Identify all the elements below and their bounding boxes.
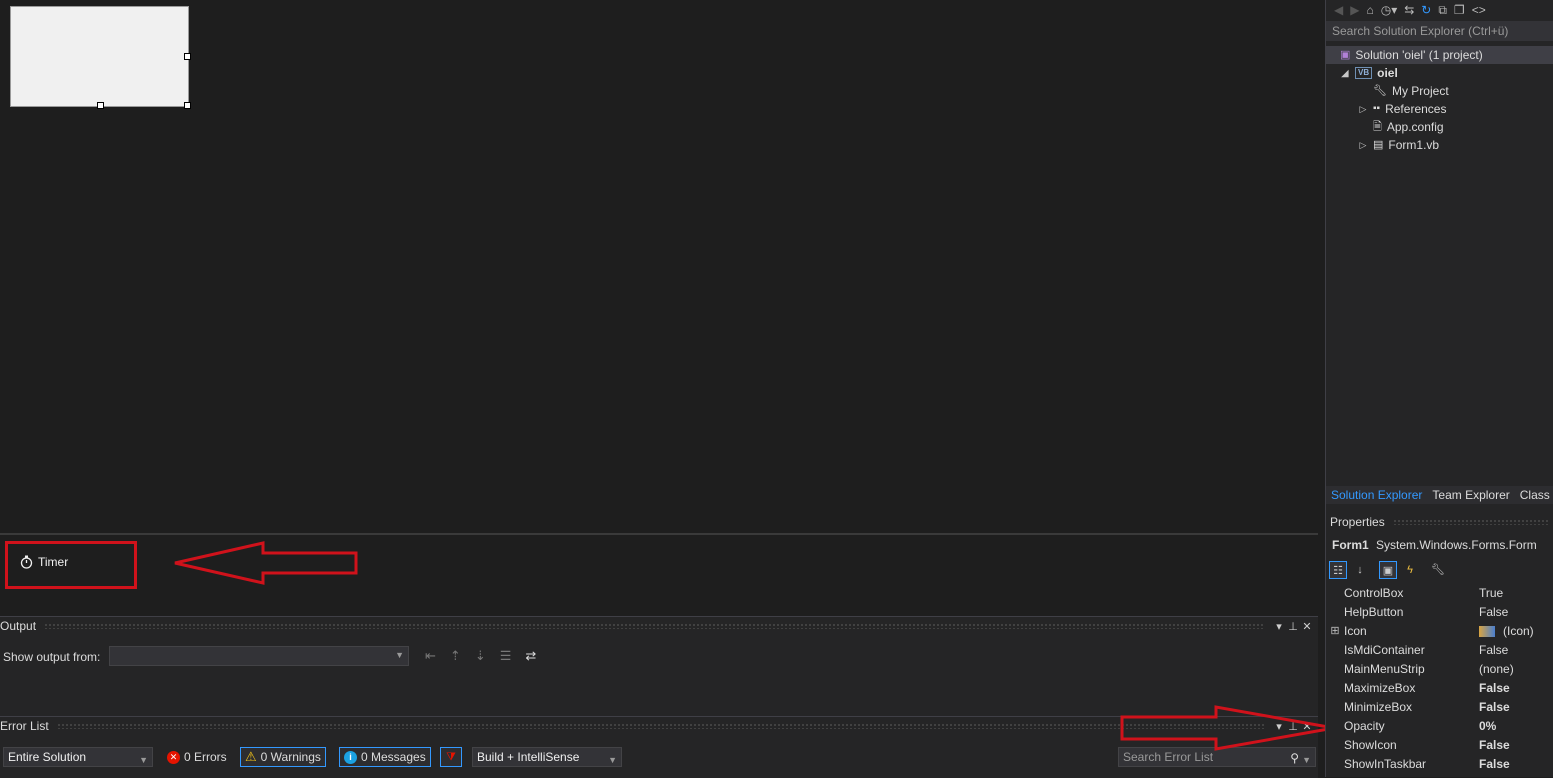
errors-filter-button[interactable]: ✕ 0 Errors bbox=[163, 747, 231, 767]
tree-item-form1[interactable]: ▷ ▤ Form1.vb bbox=[1358, 136, 1440, 154]
form-preview[interactable] bbox=[10, 6, 191, 109]
previous-message-icon[interactable]: ⇡ bbox=[450, 648, 461, 664]
property-pages-icon[interactable]: 🔧︎ bbox=[1429, 561, 1447, 579]
output-source-dropdown[interactable]: ▼ bbox=[109, 646, 409, 666]
expanded-triangle-icon[interactable]: ◢ bbox=[1340, 64, 1350, 82]
next-message-icon[interactable]: ⇣ bbox=[475, 648, 486, 664]
filter-button[interactable]: ⧩ bbox=[440, 747, 462, 767]
error-list-title: Error List bbox=[0, 719, 49, 733]
properties-view-icon[interactable]: ▣ bbox=[1379, 561, 1397, 579]
property-row[interactable]: MaximizeBox False bbox=[1326, 679, 1553, 698]
solution-icon: ▣ bbox=[1340, 49, 1351, 61]
pin-icon[interactable]: ⊥ bbox=[1286, 620, 1300, 633]
home-icon[interactable]: ⌂ bbox=[1366, 3, 1373, 17]
copy-icon[interactable]: ❐ bbox=[1454, 3, 1465, 17]
clear-all-icon[interactable]: ☰ bbox=[500, 648, 512, 664]
form-icon: ▤ bbox=[1373, 139, 1384, 151]
expand-plus-icon[interactable]: ⊞ bbox=[1326, 622, 1344, 641]
property-row[interactable]: ShowInTaskbar False bbox=[1326, 755, 1553, 774]
properties-object-selector[interactable]: Form1 System.Windows.Forms.Form bbox=[1332, 536, 1552, 554]
object-name: Form1 bbox=[1332, 538, 1369, 552]
tree-solution[interactable]: ▣ Solution 'oiel' (1 project) bbox=[1326, 46, 1553, 64]
messages-filter-button[interactable]: i 0 Messages bbox=[339, 747, 431, 767]
property-row[interactable]: MainMenuStrip (none) bbox=[1326, 660, 1553, 679]
object-type: System.Windows.Forms.Form bbox=[1376, 538, 1537, 552]
form-designer-surface[interactable] bbox=[0, 0, 1318, 531]
refresh-icon[interactable]: ↻ bbox=[1421, 3, 1431, 17]
show-output-from-label: Show output from: bbox=[3, 650, 101, 664]
property-row[interactable]: MinimizeBox False bbox=[1326, 698, 1553, 717]
build-filter-dropdown[interactable]: Build + IntelliSense ▼ bbox=[472, 747, 622, 767]
chevron-down-icon: ▼ bbox=[395, 650, 404, 660]
right-tool-pane: ◀ ▶ ⌂ ◷▾ ⇆ ↻ ⧉ ❐ <> Search Solution Expl… bbox=[1325, 0, 1553, 777]
events-icon[interactable]: ϟ bbox=[1401, 561, 1419, 579]
title-grip bbox=[56, 723, 1264, 729]
alphabetical-icon[interactable]: ↓ bbox=[1351, 561, 1369, 579]
properties-toolbar: ☷ ↓ ▣ ϟ 🔧︎ bbox=[1329, 559, 1549, 581]
filter-icon: ⧩ bbox=[446, 750, 456, 763]
properties-title: Properties bbox=[1330, 515, 1385, 529]
solution-explorer-toolbar: ◀ ▶ ⌂ ◷▾ ⇆ ↻ ⧉ ❐ <> bbox=[1326, 0, 1553, 20]
property-row[interactable]: ControlBox True bbox=[1326, 584, 1553, 603]
properties-title-bar: Properties bbox=[1326, 513, 1553, 531]
tab-solution-explorer[interactable]: Solution Explorer bbox=[1326, 486, 1427, 504]
resize-handle-corner[interactable] bbox=[184, 102, 191, 109]
output-panel: Output ▾ ⊥ ✕ Show output from: ▼ ⇤ ⇡ ⇣ ☰… bbox=[0, 616, 1318, 717]
find-message-icon[interactable]: ⇤ bbox=[425, 648, 436, 664]
wrench-icon: 🔧︎ bbox=[1373, 85, 1387, 97]
solution-explorer-tabs: Solution Explorer Team Explorer Class Vi bbox=[1326, 486, 1553, 504]
scope-dropdown[interactable]: Entire Solution ▼ bbox=[3, 747, 153, 767]
back-icon[interactable]: ◀ bbox=[1334, 3, 1343, 17]
property-row[interactable]: IsMdiContainer False bbox=[1326, 641, 1553, 660]
title-grip bbox=[44, 623, 1264, 629]
word-wrap-icon[interactable]: ⇄ bbox=[525, 648, 536, 664]
categorized-icon[interactable]: ☷ bbox=[1329, 561, 1347, 579]
tree-item-my-project[interactable]: 🔧︎ My Project bbox=[1358, 82, 1449, 100]
vb-project-icon: VB bbox=[1355, 67, 1373, 79]
property-row[interactable]: ⊞ Icon (Icon) bbox=[1326, 622, 1553, 641]
warnings-filter-button[interactable]: ⚠ 0 Warnings bbox=[240, 747, 326, 767]
icon-preview-icon bbox=[1479, 626, 1495, 638]
tree-item-references[interactable]: ▷ ▪▪ References bbox=[1358, 100, 1447, 118]
output-title: Output bbox=[0, 619, 37, 633]
collapsed-triangle-icon[interactable]: ▷ bbox=[1358, 136, 1368, 154]
tab-team-explorer[interactable]: Team Explorer bbox=[1427, 486, 1514, 504]
config-file-icon: 🗎︎ bbox=[1373, 121, 1382, 133]
tree-item-app-config[interactable]: 🗎︎ App.config bbox=[1358, 118, 1444, 136]
forward-icon[interactable]: ▶ bbox=[1350, 3, 1359, 17]
pending-changes-icon[interactable]: ◷▾ bbox=[1381, 3, 1398, 17]
property-row[interactable]: ShowIcon False bbox=[1326, 736, 1553, 755]
resize-handle-right[interactable] bbox=[184, 53, 191, 60]
info-icon: i bbox=[344, 750, 357, 764]
window-position-icon[interactable]: ▾ bbox=[1272, 620, 1286, 633]
chevron-down-icon: ▼ bbox=[139, 755, 148, 765]
title-grip bbox=[1392, 519, 1550, 525]
collapsed-triangle-icon[interactable]: ▷ bbox=[1358, 100, 1368, 118]
collapse-all-icon[interactable]: ⧉ bbox=[1438, 3, 1447, 18]
solution-explorer-search[interactable]: Search Solution Explorer (Ctrl+ü) bbox=[1326, 21, 1553, 41]
view-code-icon[interactable]: <> bbox=[1472, 3, 1486, 17]
sync-icon[interactable]: ⇆ bbox=[1404, 3, 1414, 17]
annotation-arrow-right bbox=[1120, 705, 1335, 751]
error-icon: ✕ bbox=[167, 750, 180, 764]
tree-project[interactable]: ◢ VB oiel bbox=[1340, 64, 1398, 82]
chevron-down-icon: ▼ bbox=[1302, 755, 1311, 765]
property-row[interactable]: HelpButton False bbox=[1326, 603, 1553, 622]
tab-class-view[interactable]: Class Vi bbox=[1515, 486, 1553, 504]
resize-handle-bottom[interactable] bbox=[97, 102, 104, 109]
chevron-down-icon: ▼ bbox=[608, 755, 617, 765]
references-icon: ▪▪ bbox=[1373, 103, 1381, 114]
annotation-box-timer bbox=[5, 541, 137, 589]
property-row-opacity[interactable]: Opacity 0% bbox=[1326, 717, 1553, 736]
annotation-arrow-left bbox=[174, 541, 358, 585]
warning-icon: ⚠ bbox=[245, 749, 257, 764]
close-icon[interactable]: ✕ bbox=[1300, 620, 1314, 633]
